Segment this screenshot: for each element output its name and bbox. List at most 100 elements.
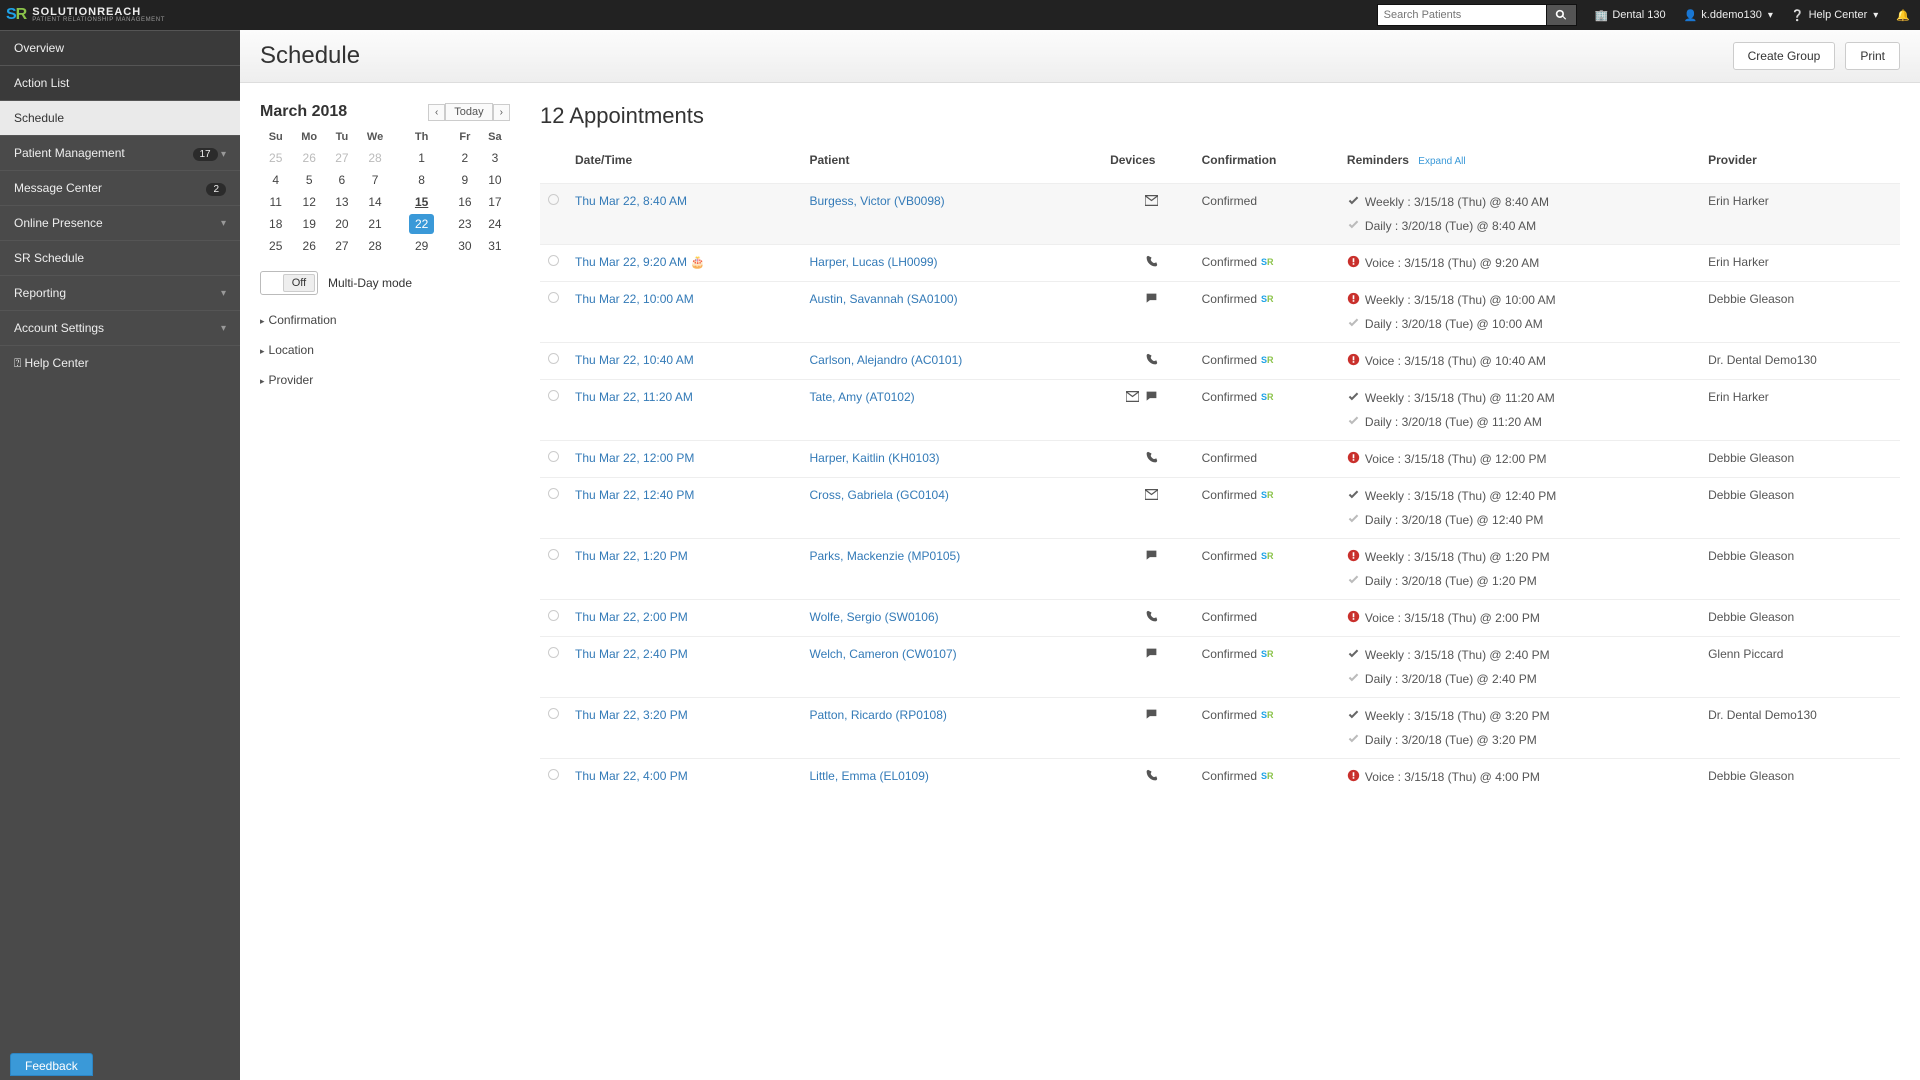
calendar-day[interactable]: 23 bbox=[450, 213, 480, 235]
appointment-datetime-link[interactable]: Thu Mar 22, 11:20 AM bbox=[575, 390, 693, 404]
nav-action-list[interactable]: Action List bbox=[0, 65, 240, 100]
calendar-day[interactable]: 17 bbox=[480, 191, 510, 213]
calendar-day[interactable]: 21 bbox=[357, 213, 393, 235]
patient-link[interactable]: Welch, Cameron (CW0107) bbox=[809, 647, 956, 661]
brand-logo[interactable]: SR SOLUTIONREACH PATIENT RELATIONSHIP MA… bbox=[6, 6, 165, 24]
calendar-day[interactable]: 7 bbox=[357, 169, 393, 191]
patient-link[interactable]: Little, Emma (EL0109) bbox=[809, 769, 928, 783]
row-select-radio[interactable] bbox=[548, 708, 559, 719]
nav-online-presence[interactable]: Online Presence ▾ bbox=[0, 205, 240, 240]
calendar-day[interactable]: 16 bbox=[450, 191, 480, 213]
reminder-line: Daily : 3/20/18 (Tue) @ 2:40 PM bbox=[1347, 671, 1692, 687]
create-group-button[interactable]: Create Group bbox=[1733, 42, 1836, 70]
appointment-datetime-link[interactable]: Thu Mar 22, 2:40 PM bbox=[575, 647, 688, 661]
nav-schedule[interactable]: Schedule bbox=[0, 100, 240, 135]
calendar-day[interactable]: 18 bbox=[260, 213, 291, 235]
calendar-day[interactable]: 15 bbox=[393, 191, 450, 213]
patient-link[interactable]: Wolfe, Sergio (SW0106) bbox=[809, 610, 938, 624]
calendar-day[interactable]: 14 bbox=[357, 191, 393, 213]
filter-provider[interactable]: Provider bbox=[260, 365, 510, 395]
filter-confirmation[interactable]: Confirmation bbox=[260, 305, 510, 335]
appointment-datetime-link[interactable]: Thu Mar 22, 12:00 PM bbox=[575, 451, 694, 465]
search-input[interactable] bbox=[1377, 4, 1547, 26]
appointment-datetime-link[interactable]: Thu Mar 22, 8:40 AM bbox=[575, 194, 687, 208]
calendar-next-button[interactable]: › bbox=[493, 104, 510, 121]
row-select-radio[interactable] bbox=[548, 488, 559, 499]
patient-link[interactable]: Carlson, Alejandro (AC0101) bbox=[809, 353, 962, 367]
patient-link[interactable]: Harper, Lucas (LH0099) bbox=[809, 255, 937, 269]
calendar-day[interactable]: 1 bbox=[393, 147, 450, 169]
nav-message-center[interactable]: Message Center 2 bbox=[0, 170, 240, 205]
calendar-day[interactable]: 6 bbox=[327, 169, 357, 191]
nav-overview[interactable]: Overview bbox=[0, 30, 240, 65]
calendar-today-button[interactable]: Today bbox=[445, 103, 492, 121]
calendar-day[interactable]: 8 bbox=[393, 169, 450, 191]
calendar-day[interactable]: 10 bbox=[480, 169, 510, 191]
calendar-day[interactable]: 28 bbox=[357, 147, 393, 169]
patient-link[interactable]: Parks, Mackenzie (MP0105) bbox=[809, 549, 960, 563]
print-button[interactable]: Print bbox=[1845, 42, 1900, 70]
calendar-day[interactable]: 4 bbox=[260, 169, 291, 191]
calendar-day[interactable]: 12 bbox=[291, 191, 327, 213]
user-menu[interactable]: 👤 k.ddemo130 bbox=[1684, 9, 1773, 22]
calendar-day[interactable]: 22 bbox=[393, 213, 450, 235]
calendar-day[interactable]: 29 bbox=[393, 235, 450, 257]
calendar-day[interactable]: 3 bbox=[480, 147, 510, 169]
calendar-day[interactable]: 27 bbox=[327, 235, 357, 257]
calendar-day[interactable]: 13 bbox=[327, 191, 357, 213]
appointment-datetime-link[interactable]: Thu Mar 22, 2:00 PM bbox=[575, 610, 688, 624]
calendar-day[interactable]: 25 bbox=[260, 147, 291, 169]
appointment-datetime-link[interactable]: Thu Mar 22, 10:40 AM bbox=[575, 353, 694, 367]
patient-link[interactable]: Tate, Amy (AT0102) bbox=[809, 390, 914, 404]
calendar-day[interactable]: 9 bbox=[450, 169, 480, 191]
appointment-datetime-link[interactable]: Thu Mar 22, 3:20 PM bbox=[575, 708, 688, 722]
calendar-day[interactable]: 25 bbox=[260, 235, 291, 257]
calendar-day[interactable]: 26 bbox=[291, 235, 327, 257]
calendar-day[interactable]: 19 bbox=[291, 213, 327, 235]
calendar-day[interactable]: 26 bbox=[291, 147, 327, 169]
calendar-day[interactable]: 11 bbox=[260, 191, 291, 213]
nav-account-settings[interactable]: Account Settings ▾ bbox=[0, 310, 240, 345]
nav-reporting[interactable]: Reporting ▾ bbox=[0, 275, 240, 310]
row-select-radio[interactable] bbox=[548, 451, 559, 462]
appointment-datetime-link[interactable]: Thu Mar 22, 10:00 AM bbox=[575, 292, 694, 306]
appointment-datetime-link[interactable]: Thu Mar 22, 9:20 AM bbox=[575, 255, 687, 269]
row-select-radio[interactable] bbox=[548, 769, 559, 780]
patient-link[interactable]: Cross, Gabriela (GC0104) bbox=[809, 488, 948, 502]
calendar-day[interactable]: 30 bbox=[450, 235, 480, 257]
patient-link[interactable]: Austin, Savannah (SA0100) bbox=[809, 292, 957, 306]
expand-all-link[interactable]: Expand All bbox=[1418, 156, 1465, 167]
patient-link[interactable]: Patton, Ricardo (RP0108) bbox=[809, 708, 946, 722]
row-select-radio[interactable] bbox=[548, 610, 559, 621]
calendar-day[interactable]: 24 bbox=[480, 213, 510, 235]
multi-day-toggle[interactable]: Off Multi-Day mode bbox=[260, 271, 510, 295]
calendar-prev-button[interactable]: ‹ bbox=[428, 104, 445, 121]
notifications-button[interactable]: 🔔 bbox=[1896, 9, 1910, 22]
row-select-radio[interactable] bbox=[548, 353, 559, 364]
nav-help-center[interactable]: ⍰ Help Center bbox=[0, 345, 240, 381]
row-select-radio[interactable] bbox=[548, 292, 559, 303]
search-button[interactable] bbox=[1547, 4, 1577, 26]
appointment-datetime-link[interactable]: Thu Mar 22, 1:20 PM bbox=[575, 549, 688, 563]
patient-link[interactable]: Burgess, Victor (VB0098) bbox=[809, 194, 944, 208]
appointment-datetime-link[interactable]: Thu Mar 22, 12:40 PM bbox=[575, 488, 694, 502]
calendar-day[interactable]: 28 bbox=[357, 235, 393, 257]
row-select-radio[interactable] bbox=[548, 390, 559, 401]
row-select-radio[interactable] bbox=[548, 549, 559, 560]
calendar-day[interactable]: 20 bbox=[327, 213, 357, 235]
calendar-day[interactable]: 5 bbox=[291, 169, 327, 191]
filter-location[interactable]: Location bbox=[260, 335, 510, 365]
calendar-day[interactable]: 2 bbox=[450, 147, 480, 169]
feedback-button[interactable]: Feedback bbox=[10, 1053, 93, 1076]
appointment-datetime-link[interactable]: Thu Mar 22, 4:00 PM bbox=[575, 769, 688, 783]
patient-link[interactable]: Harper, Kaitlin (KH0103) bbox=[809, 451, 939, 465]
help-menu[interactable]: ❔ Help Center bbox=[1791, 9, 1878, 22]
row-select-radio[interactable] bbox=[548, 647, 559, 658]
nav-sr-schedule[interactable]: SR Schedule bbox=[0, 240, 240, 275]
nav-patient-management[interactable]: Patient Management 17 ▾ bbox=[0, 135, 240, 170]
row-select-radio[interactable] bbox=[548, 194, 559, 205]
office-menu[interactable]: 🏢 Dental 130 bbox=[1595, 9, 1666, 22]
calendar-day[interactable]: 31 bbox=[480, 235, 510, 257]
calendar-day[interactable]: 27 bbox=[327, 147, 357, 169]
row-select-radio[interactable] bbox=[548, 255, 559, 266]
